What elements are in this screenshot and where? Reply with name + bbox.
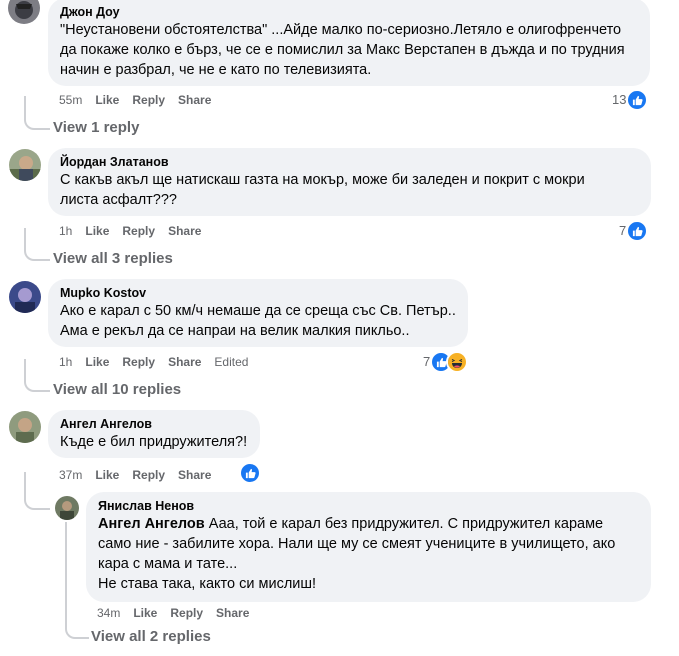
share-button[interactable]: Share bbox=[178, 468, 211, 482]
reaction-summary[interactable]: 7 bbox=[423, 351, 469, 373]
like-button[interactable]: Like bbox=[95, 468, 119, 482]
like-icon bbox=[626, 220, 649, 242]
avatar[interactable] bbox=[9, 411, 41, 443]
comment-time[interactable]: 55m bbox=[59, 93, 82, 107]
comment-actions: 37m Like Reply Share bbox=[59, 467, 224, 483]
thread-connector bbox=[24, 472, 50, 510]
reply-button[interactable]: Reply bbox=[122, 355, 155, 369]
reply-button[interactable]: Reply bbox=[132, 468, 165, 482]
reply-actions: 34m Like Reply Share bbox=[97, 605, 262, 621]
reaction-count: 7 bbox=[619, 223, 627, 238]
edited-label[interactable]: Edited bbox=[214, 355, 248, 369]
like-button[interactable]: Like bbox=[85, 224, 109, 238]
thread-connector bbox=[24, 228, 50, 261]
reply-button[interactable]: Reply bbox=[122, 224, 155, 238]
reaction-summary[interactable] bbox=[239, 462, 261, 484]
comment-author[interactable]: Mupko Kostov bbox=[60, 285, 456, 301]
reaction-count: 7 bbox=[423, 354, 431, 369]
reply-time[interactable]: 34m bbox=[97, 606, 120, 620]
comment-time[interactable]: 1h bbox=[59, 355, 72, 369]
reply-author[interactable]: Янислав Ненов bbox=[98, 498, 639, 514]
view-replies-link[interactable]: View all 10 replies bbox=[53, 381, 181, 399]
comment-bubble: Йордан Златанов С какъв акъл ще натискаш… bbox=[48, 148, 651, 216]
like-button[interactable]: Like bbox=[85, 355, 109, 369]
comment-text: "Неустановени обстоятелства" ...Айде мал… bbox=[60, 22, 625, 78]
comment-bubble: Джон Доу "Неустановени обстоятелства" ..… bbox=[48, 0, 650, 86]
comment-actions: 1h Like Reply Share Edited bbox=[59, 354, 261, 370]
reply-bubble: Янислав Ненов Ангел Ангелов Ааа, той е к… bbox=[86, 492, 651, 602]
share-button[interactable]: Share bbox=[168, 355, 201, 369]
comment-text: С какъв акъл ще натискаш газта на мокър,… bbox=[60, 172, 585, 208]
reaction-count: 13 bbox=[612, 92, 627, 107]
comment-author[interactable]: Йордан Златанов bbox=[60, 154, 639, 170]
haha-icon bbox=[446, 351, 469, 373]
like-icon bbox=[626, 89, 649, 111]
comment-author[interactable]: Ангел Ангелов bbox=[60, 416, 248, 432]
avatar[interactable] bbox=[9, 149, 41, 181]
view-replies-link[interactable]: View all 3 replies bbox=[53, 250, 173, 268]
share-button[interactable]: Share bbox=[216, 606, 249, 620]
mention-link[interactable]: Ангел Ангелов bbox=[98, 516, 205, 532]
comment-actions: 55m Like Reply Share bbox=[59, 92, 224, 108]
thread-connector bbox=[24, 359, 50, 392]
reaction-summary[interactable]: 7 bbox=[619, 220, 649, 242]
comment-time[interactable]: 1h bbox=[59, 224, 72, 238]
share-button[interactable]: Share bbox=[168, 224, 201, 238]
comment-time[interactable]: 37m bbox=[59, 468, 82, 482]
reply-button[interactable]: Reply bbox=[132, 93, 165, 107]
like-icon bbox=[239, 462, 261, 484]
comment-bubble: Ангел Ангелов Къде е бил придружителя?! bbox=[48, 410, 260, 458]
comment-author[interactable]: Джон Доу bbox=[60, 4, 638, 20]
avatar[interactable] bbox=[55, 496, 79, 520]
reaction-summary[interactable]: 13 bbox=[612, 89, 649, 111]
avatar[interactable] bbox=[8, 0, 40, 24]
reply-button[interactable]: Reply bbox=[170, 606, 203, 620]
like-button[interactable]: Like bbox=[133, 606, 157, 620]
view-replies-link[interactable]: View 1 reply bbox=[53, 119, 139, 137]
comment-text: Ако е карал с 50 км/ч немаше да се среща… bbox=[60, 303, 456, 339]
reply-text: Ангел Ангелов Ааа, той е карал без придр… bbox=[98, 516, 616, 592]
comment-actions: 1h Like Reply Share bbox=[59, 223, 214, 239]
comment-text: Къде е бил придружителя?! bbox=[60, 434, 248, 450]
thread-connector bbox=[24, 96, 50, 130]
view-replies-link[interactable]: View all 2 replies bbox=[91, 628, 211, 646]
like-button[interactable]: Like bbox=[95, 93, 119, 107]
comment-bubble: Mupko Kostov Ако е карал с 50 км/ч немаш… bbox=[48, 279, 468, 347]
share-button[interactable]: Share bbox=[178, 93, 211, 107]
avatar[interactable] bbox=[9, 281, 41, 313]
